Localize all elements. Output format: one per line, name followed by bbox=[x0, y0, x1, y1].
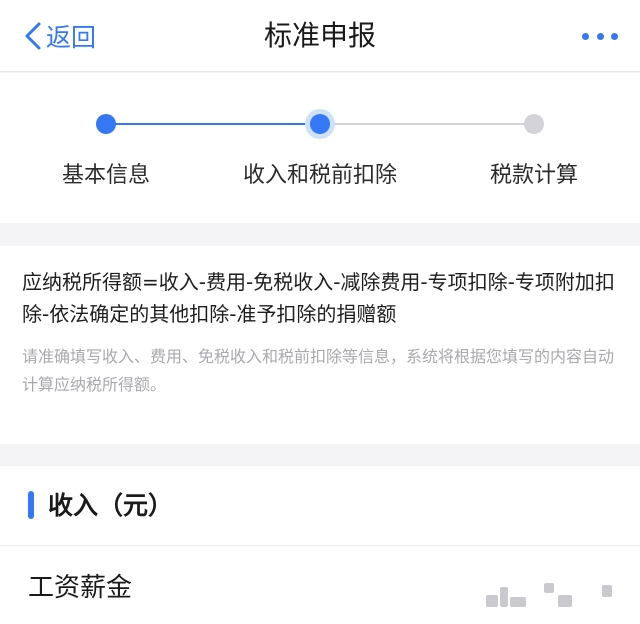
more-dot bbox=[611, 32, 618, 40]
back-label: 返回 bbox=[46, 23, 97, 52]
section-accent-bar bbox=[28, 491, 34, 519]
step-indicator-current bbox=[305, 109, 335, 139]
chevron-left-icon bbox=[25, 22, 41, 50]
more-dot bbox=[596, 32, 604, 40]
step-indicator-done bbox=[96, 114, 116, 134]
income-section-header: 收入（元） bbox=[0, 466, 640, 546]
more-button[interactable] bbox=[582, 22, 618, 50]
income-row-label: 工资薪金 bbox=[28, 573, 133, 603]
back-button[interactable]: 返回 bbox=[22, 14, 96, 58]
navigation-bar: 返回 标准申报 bbox=[0, 0, 640, 72]
redacted-amount bbox=[478, 581, 618, 609]
progress-steps: 基本信息 收入和税前扣除 税款计算 bbox=[0, 73, 640, 223]
more-dot bbox=[582, 32, 589, 40]
income-section: 收入（元） 工资薪金 bbox=[0, 466, 640, 624]
formula-card: 应纳税所得额=收入-费用-免税收入-减除费用-专项扣除-专项附加扣除-依法确定的… bbox=[0, 246, 640, 444]
progress-track-pending bbox=[320, 123, 534, 125]
taxable-income-formula: 应纳税所得额=收入-费用-免税收入-减除费用-专项扣除-专项附加扣除-依法确定的… bbox=[22, 270, 615, 326]
step-label-tax-calculation: 税款计算 bbox=[489, 163, 579, 188]
step-label-income-deductions: 收入和税前扣除 bbox=[242, 163, 398, 188]
income-row-salary[interactable]: 工资薪金 bbox=[0, 547, 640, 624]
progress-track-completed bbox=[106, 123, 320, 125]
step-label-basic-info: 基本信息 bbox=[61, 163, 151, 188]
formula-hint: 请准确填写收入、费用、免税收入和税前扣除等信息，系统将根据您填写的内容自动计算应… bbox=[22, 347, 615, 394]
step-indicator-pending bbox=[524, 114, 544, 134]
income-section-title: 收入（元） bbox=[48, 491, 174, 520]
